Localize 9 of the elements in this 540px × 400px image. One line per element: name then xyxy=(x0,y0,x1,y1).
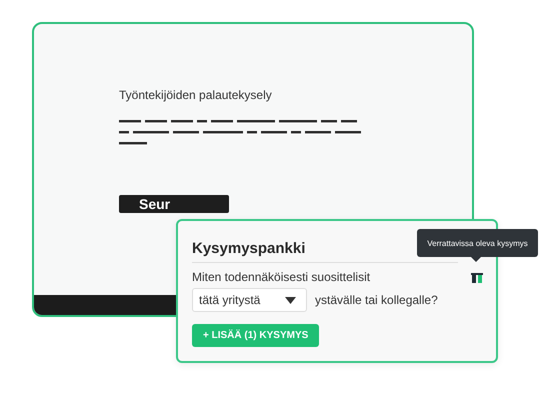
caret-icon xyxy=(285,296,296,304)
survey-title: Työntekijöiden palautekysely xyxy=(119,88,272,102)
tooltip: Verrattavissa oleva kysymys xyxy=(417,229,538,262)
dropdown[interactable]: tätä yritystä xyxy=(192,288,307,312)
bar-chart-icon xyxy=(471,273,483,283)
question-text: ystävälle tai kollegalle? xyxy=(315,293,438,307)
panel-title: Kysymyspankki xyxy=(192,240,306,257)
next-button[interactable]: Seur xyxy=(119,195,229,213)
question-text: Miten todennäköisesti suosittelisit xyxy=(192,270,370,284)
